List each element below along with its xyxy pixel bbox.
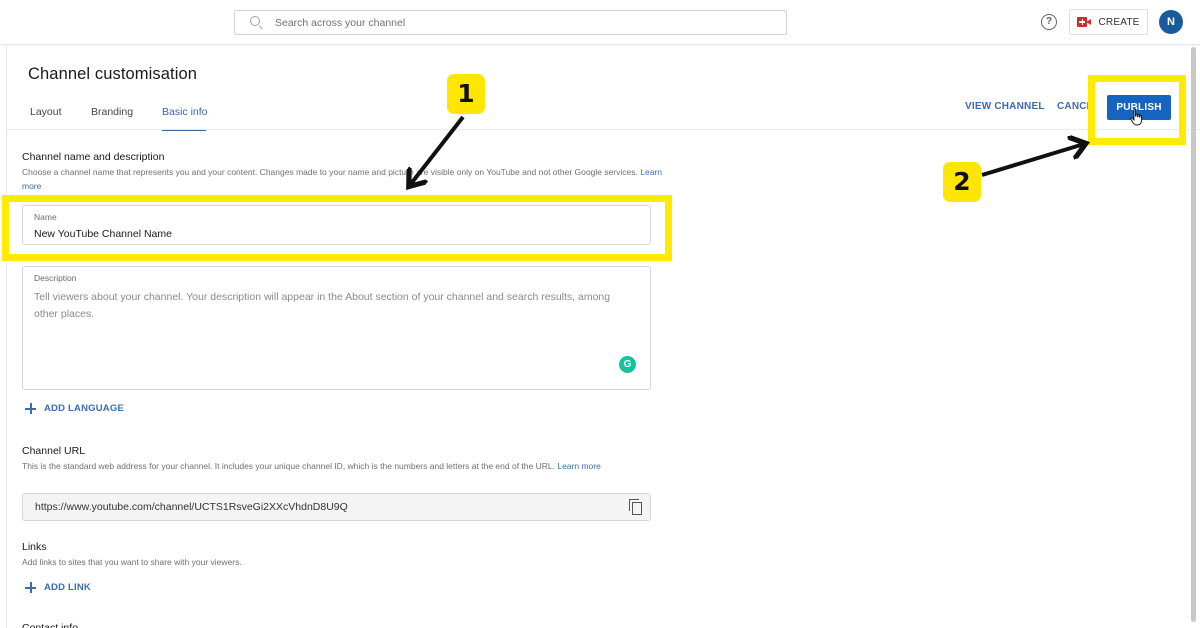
hand-cursor-icon xyxy=(1130,108,1142,126)
section-description-url: This is the standard web address for you… xyxy=(22,459,637,473)
copy-icon[interactable] xyxy=(629,499,643,515)
url-section-text: This is the standard web address for you… xyxy=(22,461,555,471)
search-icon xyxy=(249,15,265,31)
add-language-label: ADD LANGUAGE xyxy=(44,403,124,414)
step-badge-2: 2 xyxy=(943,162,981,202)
arrow-step-2 xyxy=(981,144,1084,177)
page-title: Channel customisation xyxy=(28,65,198,83)
name-field-value[interactable]: New YouTube Channel Name xyxy=(34,228,172,240)
grammarly-icon[interactable]: G xyxy=(619,356,636,373)
channel-url-field[interactable]: https://www.youtube.com/channel/UCTS1Rsv… xyxy=(22,493,651,521)
channel-url-value: https://www.youtube.com/channel/UCTS1Rsv… xyxy=(35,501,348,513)
tab-layout[interactable]: Layout xyxy=(30,100,91,130)
avatar[interactable]: N xyxy=(1159,10,1183,34)
section-title-links: Links xyxy=(22,541,47,553)
create-button[interactable]: CREATE xyxy=(1069,9,1148,35)
help-icon[interactable]: ? xyxy=(1041,14,1057,30)
top-bar: ? CREATE N xyxy=(0,0,1200,45)
section-title-contact-info: Contact info xyxy=(22,622,79,628)
learn-more-link-url[interactable]: Learn more xyxy=(557,461,600,471)
plus-icon xyxy=(25,403,36,414)
step-badge-1: 1 xyxy=(447,74,485,114)
description-field-label: Description xyxy=(34,273,77,283)
video-camera-plus-icon xyxy=(1077,17,1092,27)
add-link-button[interactable]: ADD LINK xyxy=(25,582,91,593)
search-input[interactable] xyxy=(275,16,755,29)
add-link-label: ADD LINK xyxy=(44,582,91,593)
section-title-channel-url: Channel URL xyxy=(22,445,86,457)
cancel-button[interactable]: CANCEL xyxy=(1057,101,1091,112)
description-field[interactable]: Description Tell viewers about your chan… xyxy=(22,266,651,390)
create-label: CREATE xyxy=(1098,16,1140,28)
add-language-button[interactable]: ADD LANGUAGE xyxy=(25,403,124,414)
name-field[interactable]: Name New YouTube Channel Name xyxy=(22,205,651,245)
page-border xyxy=(6,46,7,628)
section-title-name-description: Channel name and description xyxy=(22,151,165,163)
tab-bar: Layout Branding Basic info xyxy=(30,100,212,131)
tab-divider xyxy=(7,129,1200,130)
plus-icon xyxy=(25,582,36,593)
name-field-label: Name xyxy=(34,212,57,222)
tab-basic-info[interactable]: Basic info xyxy=(162,100,212,131)
scrollbar[interactable] xyxy=(1191,47,1196,622)
tab-branding[interactable]: Branding xyxy=(91,100,162,130)
name-section-text: Choose a channel name that represents yo… xyxy=(22,167,638,177)
search-bar[interactable] xyxy=(234,10,787,35)
section-description-links: Add links to sites that you want to shar… xyxy=(22,557,242,567)
section-description-name: Choose a channel name that represents yo… xyxy=(22,165,662,193)
description-field-placeholder[interactable]: Tell viewers about your channel. Your de… xyxy=(34,289,634,323)
view-channel-link[interactable]: VIEW CHANNEL xyxy=(965,101,1045,112)
